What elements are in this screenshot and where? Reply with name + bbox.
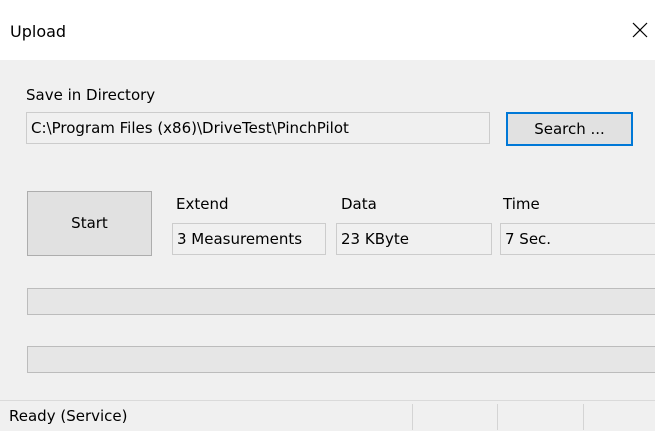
status-text: Ready (Service)	[9, 407, 128, 425]
directory-path-field[interactable]: C:\Program Files (x86)\DriveTest\PinchPi…	[26, 112, 490, 144]
extend-value-field: 3 Measurements	[172, 223, 326, 255]
time-label: Time	[503, 195, 540, 213]
status-bar: Ready (Service)	[0, 400, 655, 431]
close-button[interactable]	[625, 14, 655, 50]
upload-window: Upload Save in Directory C:\Program File…	[0, 0, 655, 431]
save-directory-label: Save in Directory	[26, 86, 156, 104]
close-icon	[632, 22, 648, 38]
window-title: Upload	[10, 22, 67, 41]
title-bar: Upload	[0, 0, 655, 60]
time-value-field: 7 Sec.	[500, 223, 655, 255]
status-separator	[583, 404, 584, 430]
progress-bar-secondary	[27, 346, 655, 373]
start-button[interactable]: Start	[27, 191, 152, 256]
status-separator	[497, 404, 498, 430]
progress-bar-primary	[27, 288, 655, 315]
status-separator	[412, 404, 413, 430]
data-label: Data	[341, 195, 377, 213]
search-button[interactable]: Search ...	[506, 112, 633, 146]
data-value-field: 23 KByte	[336, 223, 492, 255]
extend-label: Extend	[176, 195, 229, 213]
